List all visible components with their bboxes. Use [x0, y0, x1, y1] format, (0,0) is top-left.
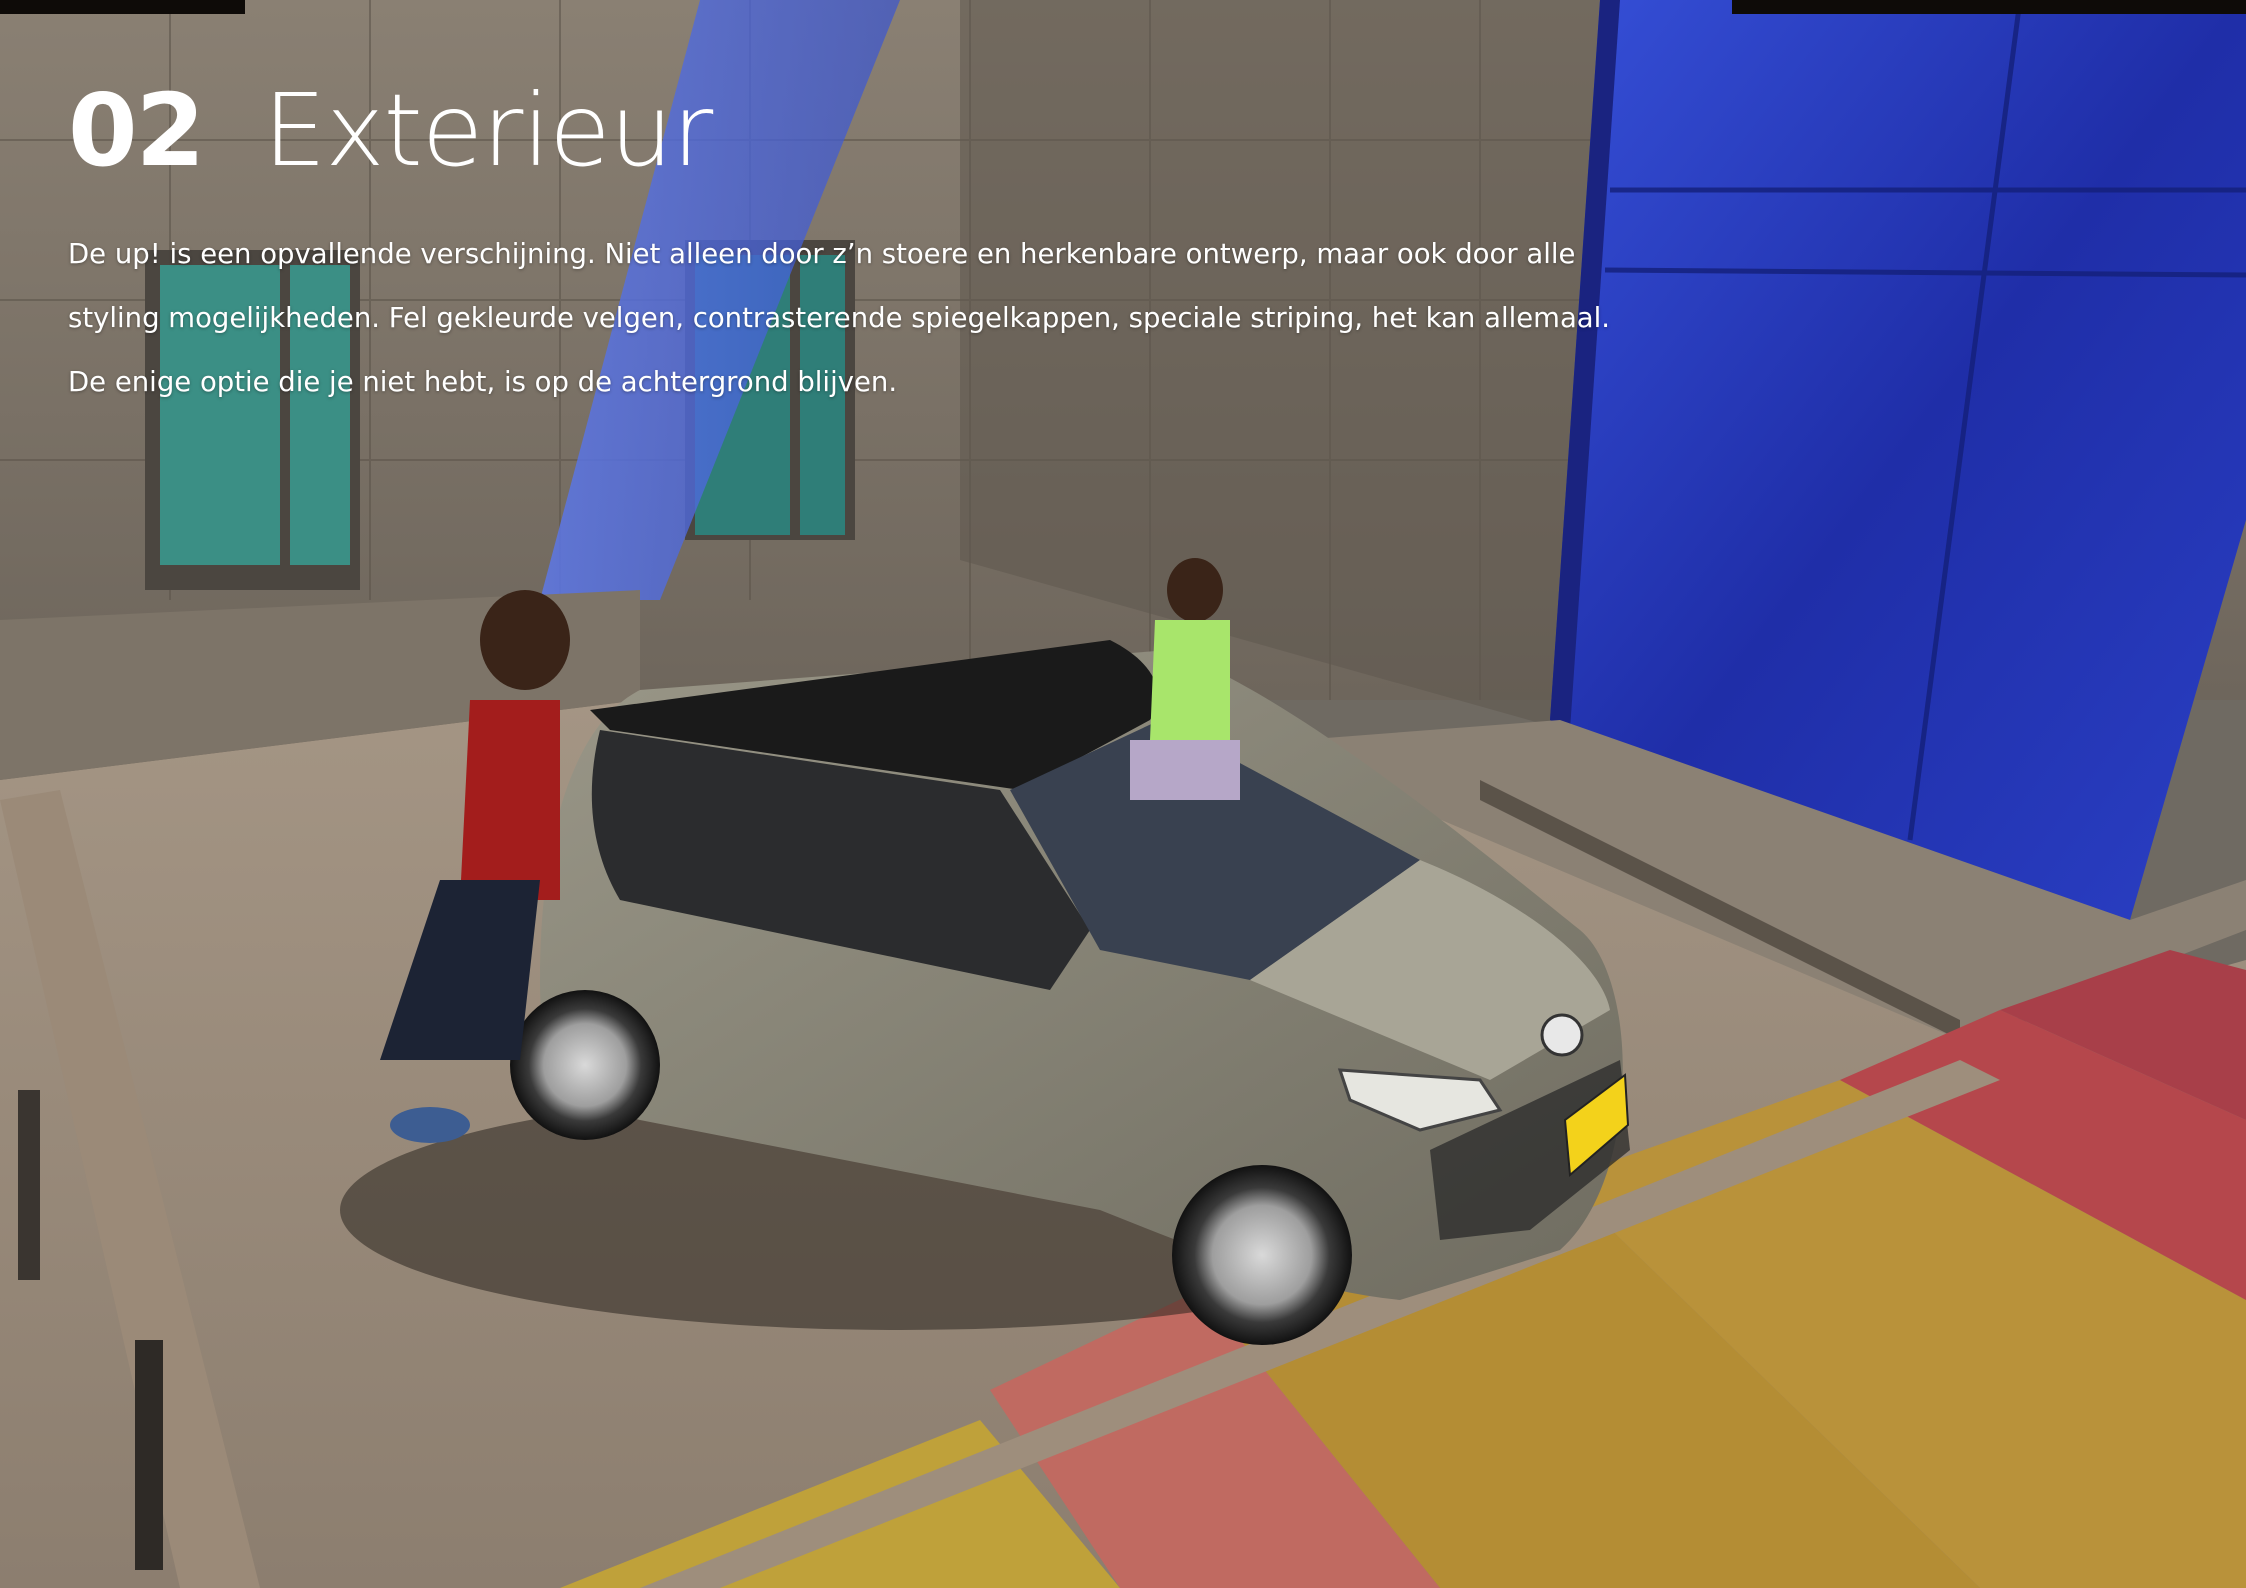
intro-line: De up! is een opvallende verschijning. N…	[68, 238, 1576, 270]
top-bar-right	[1732, 0, 2246, 14]
intro-line: De enige optie die je niet hebt, is op d…	[68, 366, 898, 398]
brochure-page: 02 Exterieur De up! is een opvallende ver…	[0, 0, 2246, 1588]
top-bar-left	[0, 0, 245, 14]
chapter-title: Exterieur	[263, 72, 713, 190]
chapter-number: 02	[68, 72, 205, 190]
intro-line: styling mogelijkheden. Fel gekleurde vel…	[68, 302, 1611, 334]
page-title: 02 Exterieur	[68, 81, 713, 181]
intro-paragraph: De up! is een opvallende verschijning. N…	[68, 222, 1708, 414]
